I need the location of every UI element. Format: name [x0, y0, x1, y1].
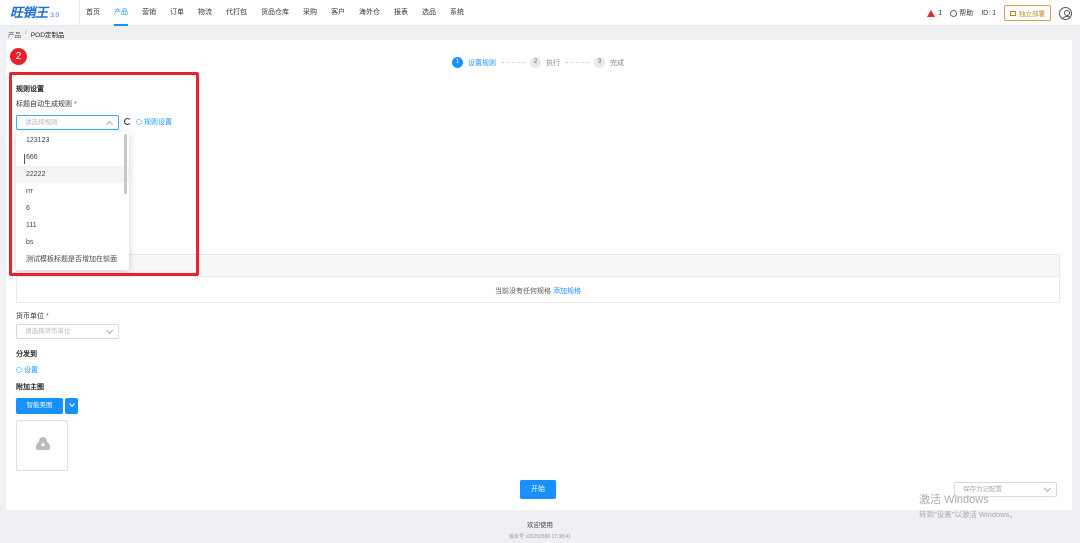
currency-label: 货币单位 *	[16, 311, 49, 321]
top-nav: 旺销王 3.0 首页 产品 营销 订单 物流 代打包 货品仓库 采购 客户 海外…	[0, 0, 1080, 26]
nav-item-logistics[interactable]: 物流	[198, 0, 212, 26]
title-rule-label-text: 标题自动生成规则	[16, 101, 72, 108]
nav-right: 1 帮助 ID: 1 独立部署	[927, 0, 1072, 26]
rule-settings-link-text: 规则设置	[144, 119, 172, 126]
deploy-button-label: 独立部署	[1019, 11, 1045, 18]
refresh-icon[interactable]	[124, 118, 131, 125]
step-number: 2	[530, 57, 541, 68]
annotation-badge: 2	[10, 48, 27, 65]
breadcrumb: 产品 / POD定制品	[8, 29, 64, 39]
dropdown-option[interactable]: 22222	[16, 166, 129, 183]
warning-icon[interactable]	[927, 9, 936, 17]
spec-empty-message: 当前没有任何规格 添加规格	[17, 286, 1059, 296]
main-panel: 1 设置规则 2 执行 3 完成 2 规则设置 标题自动生成规则 * 请选择规则 …	[6, 40, 1072, 510]
nav-item-marketing[interactable]: 营销	[142, 0, 156, 26]
dropdown-option[interactable]: 测试模板标题是否增加在前面	[16, 251, 129, 268]
nav-item-home[interactable]: 首页	[86, 0, 100, 26]
chevron-down-icon	[1043, 484, 1052, 493]
step-label: 完成	[610, 59, 624, 67]
dropdown-option[interactable]: 123123	[16, 132, 129, 149]
deploy-button[interactable]: 独立部署	[1004, 5, 1051, 21]
dropdown-option[interactable]: rrr	[16, 183, 129, 200]
step-number: 1	[452, 57, 463, 68]
step-label: 设置规则	[468, 59, 496, 67]
progress-steps: 1 设置规则 2 执行 3 完成	[452, 57, 624, 68]
nav-item-orders[interactable]: 订单	[170, 0, 184, 26]
spec-empty-text: 当前没有任何规格	[495, 288, 552, 295]
nav-item-selection[interactable]: 选品	[422, 0, 436, 26]
breadcrumb-product[interactable]: 产品	[8, 29, 21, 39]
spec-table: 当前没有任何规格 添加规格	[16, 254, 1060, 303]
currency-select[interactable]: 请选择货币单位	[16, 324, 119, 339]
smart-image-dropdown-button[interactable]	[65, 398, 78, 414]
brand-version: 3.0	[50, 13, 59, 19]
dropdown-scrollbar[interactable]	[124, 134, 127, 194]
chevron-up-icon	[105, 120, 114, 129]
help-link[interactable]: 帮助	[959, 8, 973, 18]
windows-activation-watermark: 激活 Windows 转到"设置"以激活 Windows。	[919, 491, 1017, 520]
alert-count[interactable]: 1	[938, 10, 942, 17]
distribute-settings-link[interactable]: 设置	[16, 365, 38, 375]
cloud-upload-icon	[36, 437, 50, 450]
nav-item-system[interactable]: 系统	[450, 0, 464, 26]
chevron-down-icon	[68, 401, 75, 407]
brand-name: 旺销王	[10, 6, 48, 21]
title-rule-label: 标题自动生成规则 *	[16, 99, 77, 109]
dropdown-option[interactable]: 111	[16, 217, 129, 234]
currency-select-placeholder: 请选择货币单位	[25, 328, 71, 335]
step-number: 3	[594, 57, 605, 68]
gear-icon	[16, 367, 22, 373]
help-icon[interactable]	[950, 9, 958, 17]
footer-version: 版本号 v20250586 17:38:41	[509, 534, 571, 540]
nav-menu: 首页 产品 营销 订单 物流 代打包 货品仓库 采购 客户 海外仓 报表 选品 …	[79, 0, 478, 26]
step-connector	[501, 62, 525, 63]
app-logo[interactable]: 旺销王 3.0	[10, 5, 59, 21]
rules-section-title: 规则设置	[16, 86, 44, 93]
breadcrumb-current: POD定制品	[30, 32, 65, 39]
step-complete: 3 完成	[594, 57, 624, 68]
distribute-title: 分发到	[16, 351, 37, 358]
step-execute: 2 执行	[530, 57, 560, 68]
dropdown-option[interactable]: 666	[16, 149, 129, 166]
nav-item-customers[interactable]: 客户	[331, 0, 345, 26]
step-label: 执行	[546, 59, 560, 67]
start-button[interactable]: 开始	[520, 480, 556, 499]
rule-options-dropdown: 123123 666 22222 rrr 6 111 bs 测试模板标题是否增加…	[16, 132, 129, 270]
diamond-icon	[1010, 10, 1016, 16]
watermark-line-1: 激活 Windows	[919, 494, 989, 506]
watermark-line-2: 转到"设置"以激活 Windows。	[919, 510, 1017, 519]
step-set-rules: 1 设置规则	[452, 57, 496, 68]
footer-welcome: 欢迎使用	[527, 522, 553, 529]
text-caret	[24, 154, 25, 164]
currency-label-text: 货币单位	[16, 313, 44, 320]
main-image-title: 附加主图	[16, 384, 44, 391]
nav-item-reports[interactable]: 报表	[394, 0, 408, 26]
nav-item-overseas[interactable]: 海外仓	[359, 0, 380, 26]
chevron-down-icon	[105, 326, 114, 335]
smart-image-button[interactable]: 智能美图	[16, 398, 63, 414]
nav-item-product[interactable]: 产品	[114, 0, 128, 26]
user-id: ID: 1	[981, 9, 996, 17]
title-rule-select[interactable]: 请选择规则	[16, 115, 119, 130]
add-spec-link[interactable]: 添加规格	[553, 288, 581, 295]
gear-icon	[136, 119, 142, 125]
nav-item-warehouse[interactable]: 货品仓库	[261, 0, 289, 26]
required-mark: *	[46, 313, 49, 320]
user-avatar[interactable]	[1059, 6, 1072, 20]
rule-settings-link[interactable]: 规则设置	[136, 117, 172, 127]
footer: 欢迎使用 版本号 v20250586 17:38:41	[0, 519, 1080, 540]
required-mark: *	[74, 101, 77, 108]
dropdown-option[interactable]: bs	[16, 234, 129, 251]
distribute-settings-link-text: 设置	[24, 367, 38, 374]
nav-item-purchase[interactable]: 采购	[303, 0, 317, 26]
dropdown-option[interactable]: 6	[16, 200, 129, 217]
spec-table-header	[17, 255, 1059, 277]
title-rule-select-placeholder: 请选择规则	[25, 119, 58, 126]
step-connector	[565, 62, 589, 63]
nav-item-packing[interactable]: 代打包	[226, 0, 247, 26]
breadcrumb-separator: /	[25, 29, 27, 36]
image-upload-box[interactable]	[16, 420, 68, 471]
